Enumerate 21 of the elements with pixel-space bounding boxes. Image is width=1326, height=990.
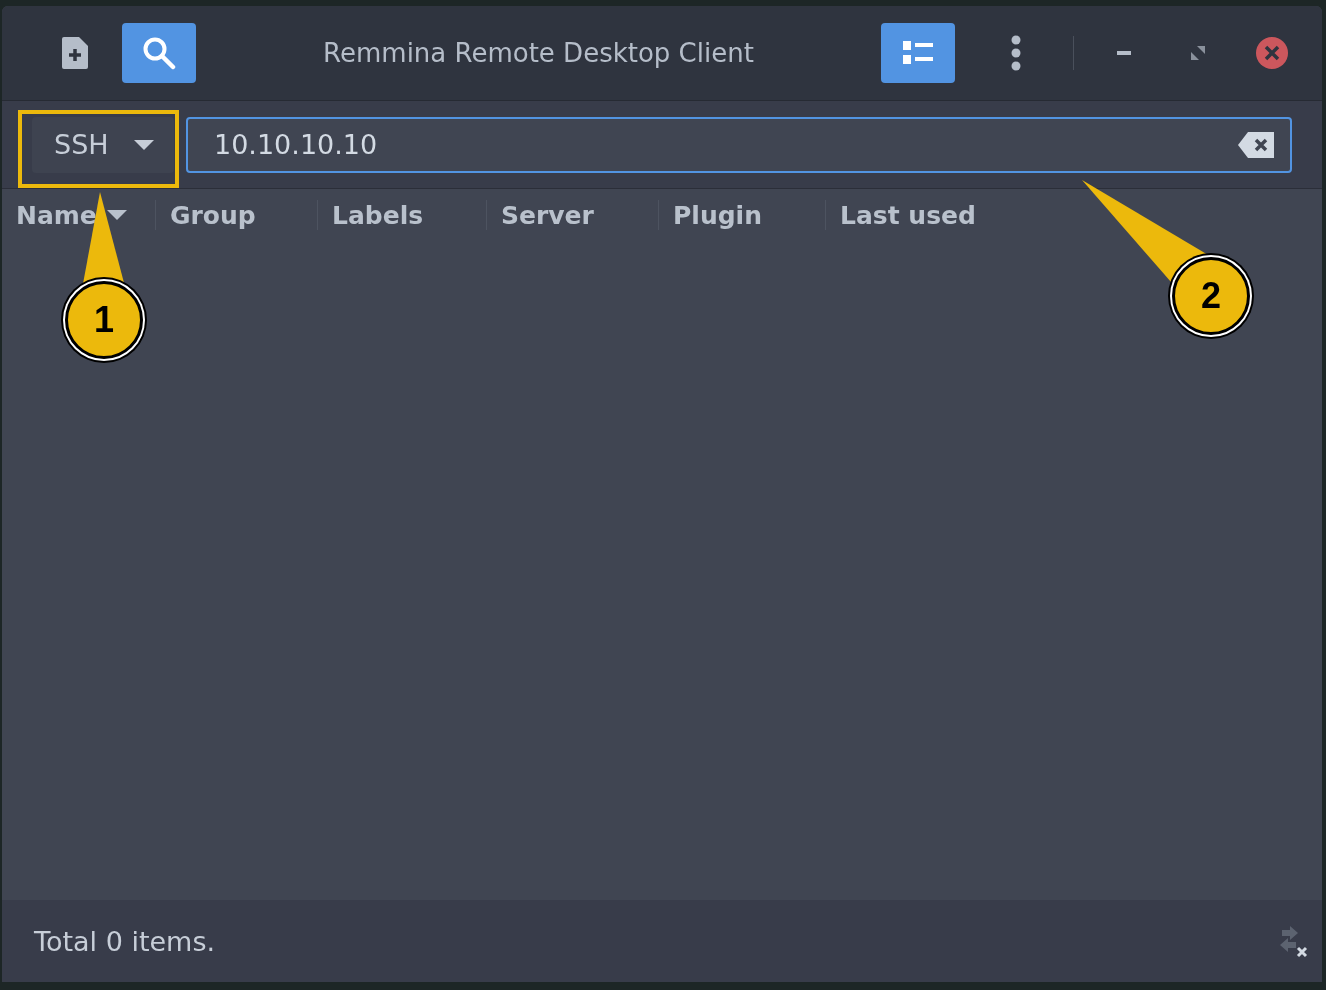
kebab-menu-icon: [1011, 35, 1021, 71]
search-button[interactable]: [122, 23, 196, 83]
clear-icon[interactable]: [1238, 131, 1274, 158]
list-icon: [903, 41, 933, 65]
callout-badge: 2: [1172, 257, 1250, 335]
minimize-icon: [1117, 51, 1131, 55]
close-icon: [1256, 37, 1288, 69]
column-header[interactable]: Last used: [840, 200, 1020, 230]
search-icon: [142, 36, 176, 70]
window-title: Remmina Remote Desktop Client: [322, 38, 755, 68]
maximize-icon: [1191, 46, 1205, 60]
column-header[interactable]: Group: [170, 200, 318, 230]
caret-icon: [134, 139, 154, 150]
status-text: Total 0 items.: [34, 925, 216, 957]
list-view-button[interactable]: [881, 23, 955, 83]
column-header[interactable]: Server: [501, 200, 659, 230]
callout-badge: 1: [65, 281, 143, 359]
new-file-icon: [62, 37, 88, 69]
protocol-dropdown[interactable]: SSH: [32, 116, 174, 173]
column-header[interactable]: Labels: [332, 200, 487, 230]
column-header[interactable]: Plugin: [673, 200, 826, 230]
